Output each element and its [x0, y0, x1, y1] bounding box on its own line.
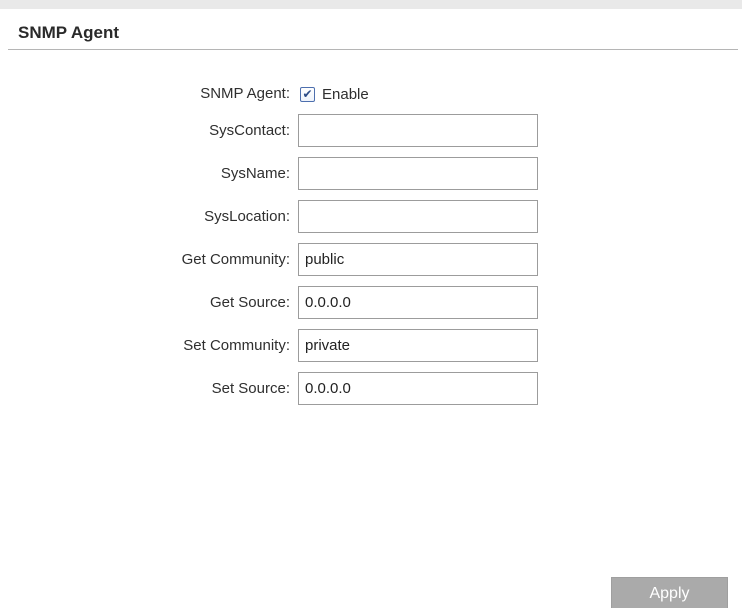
sys-location-input[interactable] — [298, 200, 538, 233]
sys-contact-input[interactable] — [298, 114, 538, 147]
set-source-input[interactable] — [298, 372, 538, 405]
apply-button[interactable]: Apply — [611, 577, 728, 608]
snmp-agent-row: SNMP Agent: ✔ Enable — [0, 79, 742, 111]
set-source-label: Set Source: — [211, 380, 290, 397]
sys-location-row: SysLocation: — [0, 200, 742, 233]
sys-contact-label: SysContact: — [209, 122, 290, 139]
set-community-row: Set Community: — [0, 329, 742, 362]
sys-contact-row: SysContact: — [0, 114, 742, 147]
set-source-row: Set Source: — [0, 372, 742, 405]
get-community-label: Get Community: — [181, 251, 290, 268]
get-community-input[interactable] — [298, 243, 538, 276]
sys-name-input[interactable] — [298, 157, 538, 190]
get-source-row: Get Source: — [0, 286, 742, 319]
get-source-input[interactable] — [298, 286, 538, 319]
enable-checkbox-label[interactable]: Enable — [322, 86, 369, 103]
sys-name-label: SysName: — [220, 165, 290, 182]
sys-name-row: SysName: — [0, 157, 742, 190]
section-title: SNMP Agent — [18, 23, 120, 42]
snmp-agent-label: SNMP Agent: — [200, 85, 290, 102]
enable-checkbox[interactable]: ✔ — [300, 86, 315, 102]
get-source-label: Get Source: — [209, 294, 290, 311]
set-community-label: Set Community: — [183, 337, 290, 354]
section-header: SNMP Agent — [8, 19, 738, 50]
get-community-row: Get Community: — [0, 243, 742, 276]
snmp-agent-enable-toggle[interactable]: ✔ Enable — [300, 84, 369, 104]
set-community-input[interactable] — [298, 329, 538, 362]
sys-location-label: SysLocation: — [204, 208, 290, 225]
checkmark-icon: ✔ — [302, 87, 313, 101]
snmp-agent-page: SNMP Agent SNMP Agent: ✔ Enable SysConta… — [0, 0, 742, 608]
